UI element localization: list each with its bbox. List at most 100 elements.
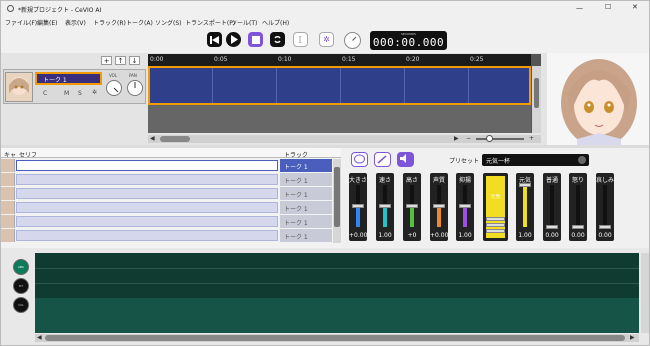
table-scroll-thumb[interactable] [334, 167, 340, 227]
slider-knob[interactable] [546, 225, 558, 229]
mute-button[interactable]: M [64, 90, 69, 97]
preset-dropdown[interactable]: 元気一杯 [482, 154, 589, 166]
scroll-right-icon[interactable]: ▶ [454, 135, 459, 142]
row-track-cell[interactable]: トーク 1 [280, 201, 332, 214]
params-slider[interactable]: 高さ +0 [403, 173, 421, 241]
emotions-slider[interactable]: 普通 0.00 [543, 173, 561, 241]
close-button[interactable]: ✕ [632, 3, 638, 11]
zoom-out-icon[interactable]: − [466, 135, 471, 142]
speech-bubble-button[interactable] [351, 152, 368, 167]
column-track[interactable]: トラック [284, 150, 308, 159]
row-track-cell[interactable]: トーク 1 [280, 215, 332, 228]
waveform-vertical-scrollbar[interactable] [641, 253, 649, 333]
loop-button[interactable] [270, 32, 285, 47]
play-button[interactable] [226, 32, 241, 47]
time-ruler[interactable]: 0:00 0:05 0:10 0:15 0:20 0:25 [148, 54, 531, 66]
table-row[interactable]: トーク 1 [1, 187, 332, 200]
serif-input[interactable] [16, 216, 278, 227]
pit-button[interactable]: PIT [13, 278, 29, 294]
vertical-scrollbar[interactable] [532, 66, 541, 133]
emotions-slider[interactable]: 元気 1.00 [516, 173, 534, 241]
menu-edit[interactable]: 編集(E) [37, 18, 57, 27]
params-slider[interactable]: 速さ 1.00 [376, 173, 394, 241]
settings-icon[interactable]: ✲ [92, 89, 97, 96]
volume-knob[interactable] [106, 80, 122, 96]
row-track-cell[interactable]: トーク 1 [280, 229, 332, 242]
slider-knob[interactable] [572, 225, 584, 229]
zoom-in-icon[interactable]: + [529, 135, 534, 142]
scroll-right-icon[interactable]: ▶ [630, 334, 635, 341]
serif-input[interactable] [16, 174, 278, 185]
menu-talk[interactable]: トーク(A) [126, 18, 153, 27]
table-row[interactable]: トーク 1 [1, 173, 332, 186]
emotions-slider[interactable]: 怒り 0.00 [569, 173, 587, 241]
slider-knob[interactable] [599, 225, 611, 229]
row-track-cell[interactable]: トーク 1 [280, 187, 332, 200]
stop-button[interactable] [248, 32, 263, 47]
move-down-button[interactable]: ↓ [129, 56, 140, 65]
talk-track-lane[interactable] [148, 66, 531, 105]
edit-button[interactable] [374, 152, 391, 167]
move-up-button[interactable]: ↑ [115, 56, 126, 65]
zoom-slider-handle[interactable] [486, 135, 493, 142]
horizontal-scroll-thumb[interactable] [160, 136, 190, 142]
column-character[interactable]: キャ [4, 150, 16, 159]
menu-help[interactable]: ヘルプ(H) [262, 18, 289, 27]
table-row[interactable]: トーク 1 [1, 159, 332, 172]
vertical-scroll-thumb[interactable] [534, 78, 539, 108]
minimize-button[interactable]: — [576, 4, 583, 12]
row-track-cell[interactable]: トーク 1 [280, 159, 332, 172]
scroll-left-icon[interactable]: ◀ [37, 334, 42, 341]
menu-view[interactable]: 表示(V) [65, 18, 86, 27]
serif-input[interactable] [16, 160, 278, 171]
scroll-left-icon[interactable]: ◀ [150, 135, 155, 142]
emotion-knob[interactable] [486, 229, 505, 233]
table-row[interactable]: トーク 1 [1, 201, 332, 214]
menu-track[interactable]: トラック(R) [93, 18, 126, 27]
empty-track-lane[interactable] [148, 105, 531, 133]
track-c-button[interactable]: C [43, 90, 47, 97]
table-row[interactable]: トーク 1 [1, 215, 332, 228]
params-slider[interactable]: 大きさ +0.00 [349, 173, 367, 241]
waveform-scroll-thumb[interactable] [45, 335, 625, 341]
emotion-knob[interactable] [486, 217, 505, 221]
slider-knob[interactable] [352, 204, 364, 208]
speaker-button[interactable] [397, 152, 414, 167]
column-serif[interactable]: セリフ [19, 150, 37, 159]
menu-tools[interactable]: ツール(T) [231, 18, 257, 27]
waveform-canvas[interactable] [35, 253, 639, 333]
slider-knob[interactable] [433, 204, 445, 208]
waveform-horizontal-scrollbar[interactable]: ◀ ▶ [35, 334, 639, 342]
serif-input[interactable] [16, 230, 278, 241]
serif-input[interactable] [16, 188, 278, 199]
track-header[interactable]: トーク 1 C M S ✲ VOL PAN [3, 69, 146, 104]
metronome-dial[interactable] [344, 32, 361, 49]
abc-button[interactable]: ABC [13, 259, 29, 275]
params-slider[interactable]: 抑揚 1.00 [456, 173, 474, 241]
menu-file[interactable]: ファイル(F) [5, 18, 37, 27]
maximize-button[interactable]: ☐ [605, 3, 611, 11]
zoom-slider[interactable] [476, 135, 524, 142]
emotions-slider[interactable]: 哀しみ 0.00 [596, 173, 614, 241]
serif-input[interactable] [16, 202, 278, 213]
slider-knob[interactable] [406, 204, 418, 208]
row-track-cell[interactable]: トーク 1 [280, 173, 332, 186]
emotion-knob[interactable] [486, 223, 505, 227]
slider-knob[interactable] [459, 204, 471, 208]
slider-knob[interactable] [379, 204, 391, 208]
emotion-main-slider[interactable]: 元気 [483, 173, 508, 241]
menu-song[interactable]: ソング(S) [155, 18, 182, 27]
merge-button[interactable]: ✲ [319, 32, 334, 47]
add-track-button[interactable]: + [101, 56, 112, 65]
menu-transport[interactable]: トランスポート(P) [185, 18, 235, 27]
pan-knob[interactable] [127, 80, 143, 96]
vol-button[interactable]: VOL [13, 297, 29, 313]
table-row[interactable]: トーク 1 [1, 229, 332, 242]
track-name-box[interactable]: トーク 1 [35, 72, 102, 85]
skip-back-button[interactable] [207, 32, 222, 47]
timeline-horizontal-scrollbar[interactable]: ◀ ▶ − + [148, 135, 541, 143]
table-vertical-scrollbar[interactable] [333, 159, 341, 243]
split-button[interactable]: ⟦ [293, 32, 308, 47]
solo-button[interactable]: S [78, 90, 82, 97]
params-slider[interactable]: 声質 +0.00 [430, 173, 448, 241]
